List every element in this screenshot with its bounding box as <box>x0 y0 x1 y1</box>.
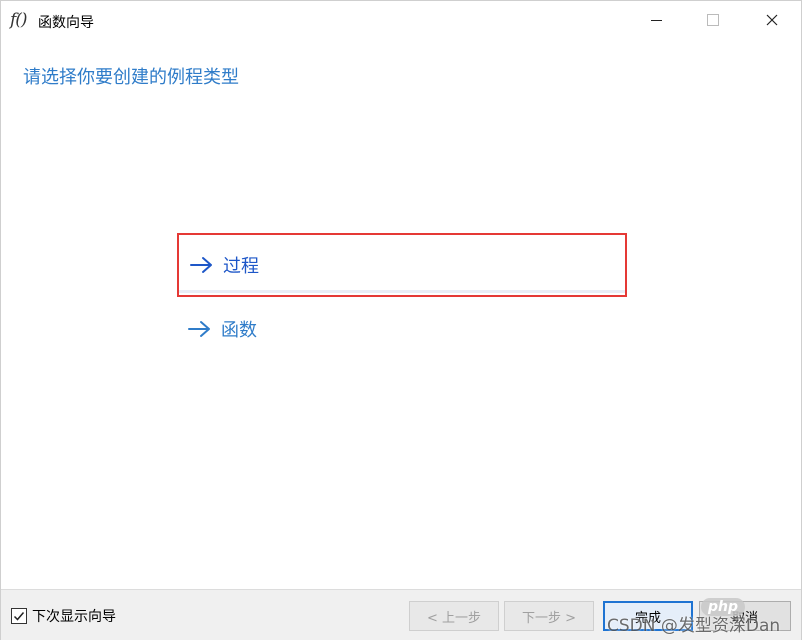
checkbox-box[interactable] <box>11 608 27 624</box>
show-next-time-label: 下次显示向导 <box>32 609 116 625</box>
next-button[interactable]: 下一步 > <box>504 601 594 631</box>
csdn-watermark: CSDN @发型资深Dan <box>607 616 781 636</box>
close-button[interactable] <box>749 1 795 39</box>
title-bar: f() 函数向导 <box>1 1 801 39</box>
prev-button[interactable]: < 上一步 <box>409 601 499 631</box>
minimize-icon <box>650 19 662 21</box>
maximize-button[interactable] <box>690 1 736 39</box>
option-function[interactable]: 函数 <box>177 299 627 359</box>
minimize-button[interactable] <box>633 1 679 39</box>
function-icon: f() <box>10 10 28 30</box>
arrow-right-icon <box>190 257 212 273</box>
window-title: 函数向导 <box>38 15 94 31</box>
close-icon <box>766 14 778 26</box>
option-procedure[interactable]: 过程 <box>177 233 627 297</box>
arrow-right-icon <box>188 321 210 337</box>
maximize-icon <box>707 14 719 26</box>
function-wizard-window: f() 函数向导 请选择你要创建的例程类型 过程 函数 下次显示向导 < 上一步… <box>0 0 802 640</box>
option-procedure-label: 过程 <box>223 256 259 277</box>
page-heading: 请选择你要创建的例程类型 <box>23 67 239 88</box>
option-function-label: 函数 <box>221 320 257 341</box>
checkbox-check-icon <box>13 612 25 621</box>
show-next-time-checkbox[interactable]: 下次显示向导 <box>11 606 116 626</box>
